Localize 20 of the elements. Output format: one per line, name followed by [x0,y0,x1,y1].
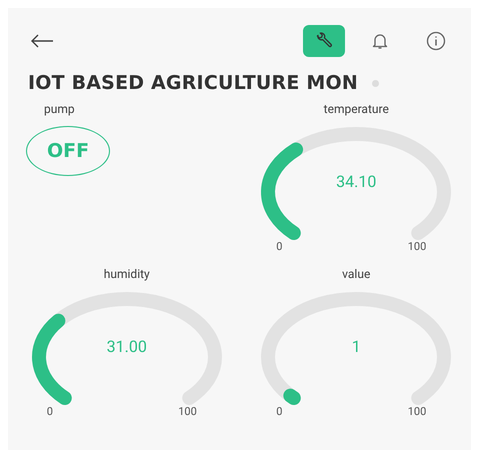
gauge-min: 0 [46,405,53,418]
gauge-fill [284,388,302,405]
gauge-max: 100 [408,405,426,418]
gauge-max: 100 [408,240,426,253]
gauge-value: 34.10 [335,172,378,191]
gauge-min: 0 [276,405,282,418]
pump-button[interactable]: OFF [26,126,110,176]
gauge-value: 1 [350,337,362,356]
widget-label: pump [44,102,75,118]
info-icon [426,31,446,51]
gauge-max: 100 [178,405,197,418]
gauge-min: 0 [276,240,282,253]
status-dot [372,80,379,86]
widget-label: temperature [324,102,389,118]
gauge-value: 31.00 [106,337,148,356]
dashboard-title: IOT BASED AGRICULTURE MON [28,72,358,94]
wrench-button[interactable] [303,25,345,57]
widget-label: value [342,267,370,283]
back-arrow-icon[interactable] [30,33,54,49]
widget-label: humidity [104,267,150,283]
